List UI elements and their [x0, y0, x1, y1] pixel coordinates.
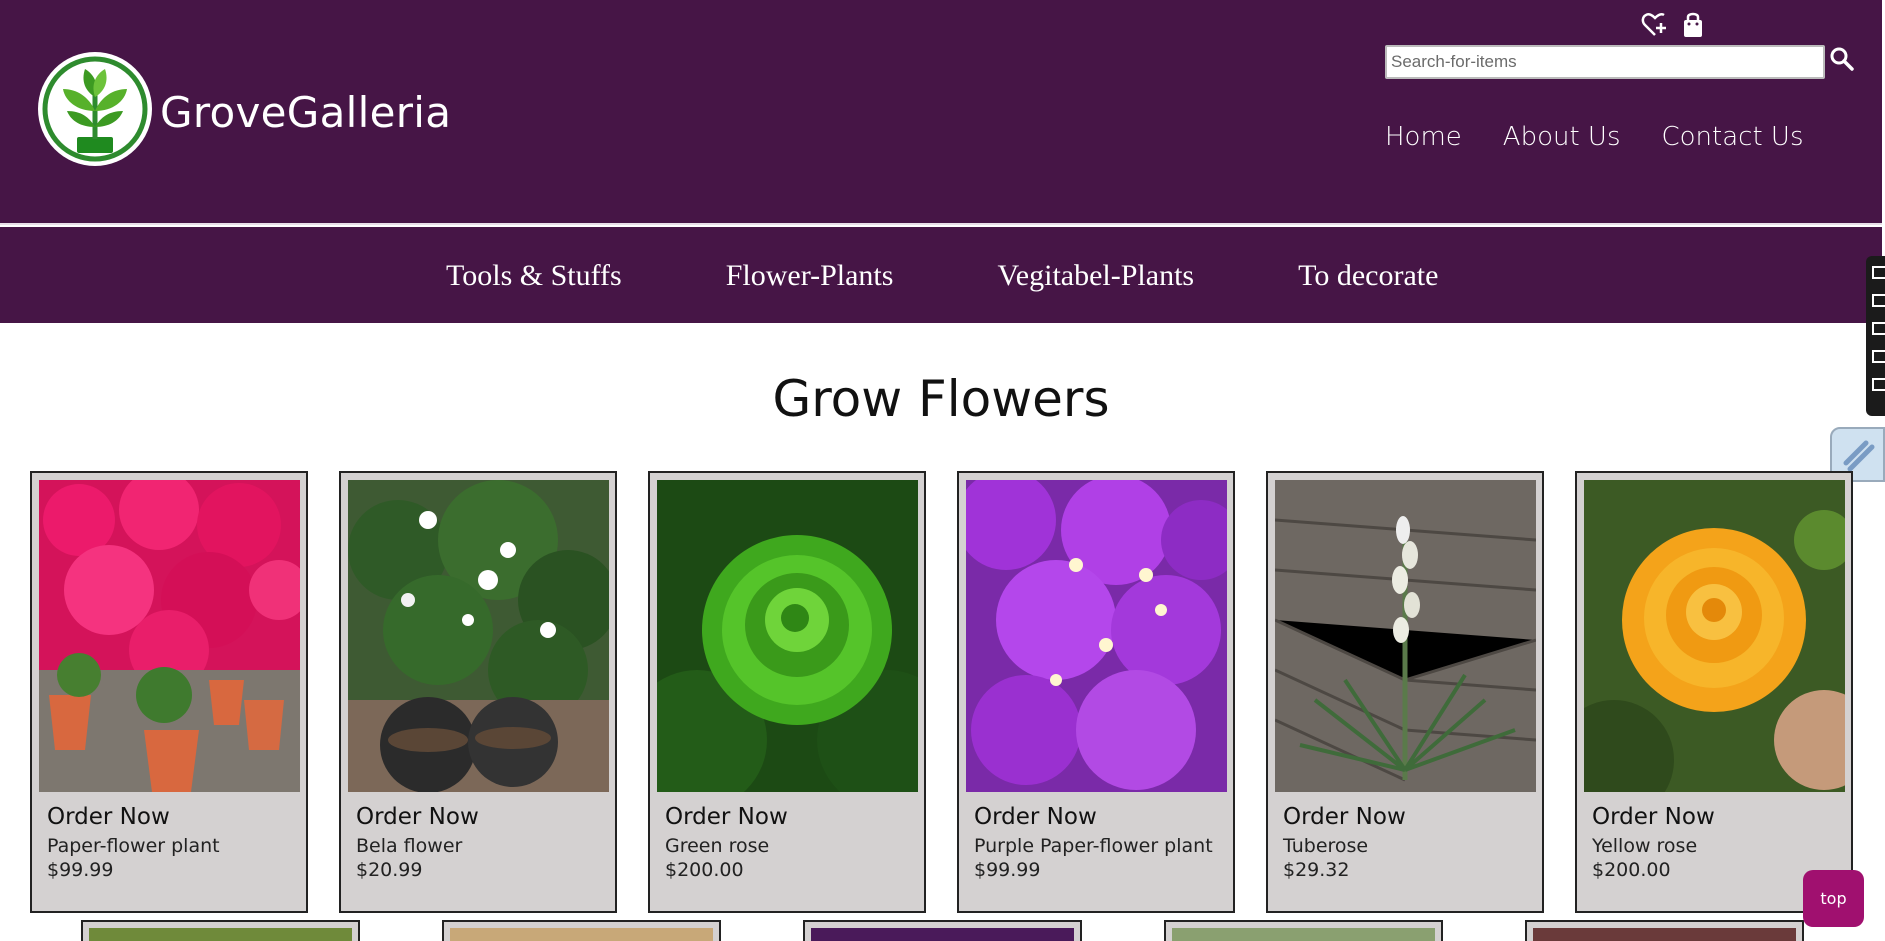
- shopping-bag-icon[interactable]: [1679, 11, 1707, 39]
- product-card[interactable]: [442, 920, 721, 941]
- category-vegetable-plants-link[interactable]: Vegitabel-Plants: [997, 259, 1194, 293]
- product-name: Tuberose: [1283, 835, 1369, 857]
- category-bar: Tools & Stuffs Flower-Plants Vegitabel-P…: [0, 227, 1882, 323]
- product-card[interactable]: [1164, 920, 1443, 941]
- heart-plus-icon[interactable]: [1641, 11, 1669, 39]
- product-card[interactable]: Order Now Yellow rose $200.00: [1575, 471, 1853, 913]
- product-card[interactable]: Order Now Paper-flower plant $99.99: [30, 471, 308, 913]
- search-input[interactable]: [1385, 45, 1825, 79]
- order-now-button[interactable]: Order Now: [1592, 804, 1844, 830]
- product-grid-row-2: [81, 920, 1804, 941]
- product-price: $99.99: [974, 859, 1041, 881]
- product-card[interactable]: Order Now Bela flower $20.99: [339, 471, 617, 913]
- order-now-button[interactable]: Order Now: [974, 804, 1226, 830]
- site-header: GroveGalleria Home About Us Contact Us: [0, 0, 1882, 225]
- nav-about-link[interactable]: About Us: [1503, 122, 1621, 152]
- product-price: $200.00: [665, 859, 744, 881]
- category-decorate-link[interactable]: To decorate: [1298, 259, 1438, 293]
- category-tools-link[interactable]: Tools & Stuffs: [446, 259, 622, 293]
- product-image[interactable]: [89, 928, 352, 941]
- order-now-button[interactable]: Order Now: [1283, 804, 1535, 830]
- product-name: Purple Paper-flower plant: [974, 835, 1213, 857]
- product-image[interactable]: [1533, 928, 1796, 941]
- yellow-rose-image[interactable]: [1584, 480, 1845, 792]
- paper-flower-plant-image[interactable]: [39, 480, 300, 792]
- product-grid: Order Now Paper-flower plant $99.99 Orde…: [30, 471, 1853, 913]
- brand-name[interactable]: GroveGalleria: [160, 88, 451, 137]
- nav-home-link[interactable]: Home: [1385, 122, 1462, 152]
- product-image[interactable]: [450, 928, 713, 941]
- header-icons: [1641, 11, 1707, 39]
- green-rose-image[interactable]: [657, 480, 918, 792]
- back-to-top-button[interactable]: top: [1803, 870, 1864, 927]
- product-card[interactable]: Order Now Purple Paper-flower plant $99.…: [957, 471, 1235, 913]
- product-name: Yellow rose: [1592, 835, 1698, 857]
- order-now-button[interactable]: Order Now: [47, 804, 299, 830]
- product-name: Paper-flower plant: [47, 835, 220, 857]
- category-flower-plants-link[interactable]: Flower-Plants: [726, 259, 894, 293]
- product-card[interactable]: [1525, 920, 1804, 941]
- product-name: Green rose: [665, 835, 770, 857]
- plant-logo-icon[interactable]: [37, 51, 153, 167]
- product-card[interactable]: Order Now Tuberose $29.32: [1266, 471, 1544, 913]
- product-card[interactable]: [803, 920, 1082, 941]
- section-title: Grow Flowers: [772, 370, 1110, 428]
- nav-contact-link[interactable]: Contact Us: [1662, 122, 1804, 152]
- product-card[interactable]: [81, 920, 360, 941]
- product-image[interactable]: [811, 928, 1074, 941]
- product-image[interactable]: [1172, 928, 1435, 941]
- product-card[interactable]: Order Now Green rose $200.00: [648, 471, 926, 913]
- product-price: $99.99: [47, 859, 114, 881]
- product-price: $20.99: [356, 859, 423, 881]
- product-name: Bela flower: [356, 835, 463, 857]
- order-now-button[interactable]: Order Now: [665, 804, 917, 830]
- product-price: $29.32: [1283, 859, 1350, 881]
- bela-flower-image[interactable]: [348, 480, 609, 792]
- search-icon[interactable]: [1829, 46, 1855, 72]
- purple-paper-flower-image[interactable]: [966, 480, 1227, 792]
- order-now-button[interactable]: Order Now: [356, 804, 608, 830]
- top-nav: Home About Us Contact Us: [1385, 122, 1804, 152]
- category-nav: Tools & Stuffs Flower-Plants Vegitabel-P…: [446, 259, 1438, 293]
- tuberose-image[interactable]: [1275, 480, 1536, 792]
